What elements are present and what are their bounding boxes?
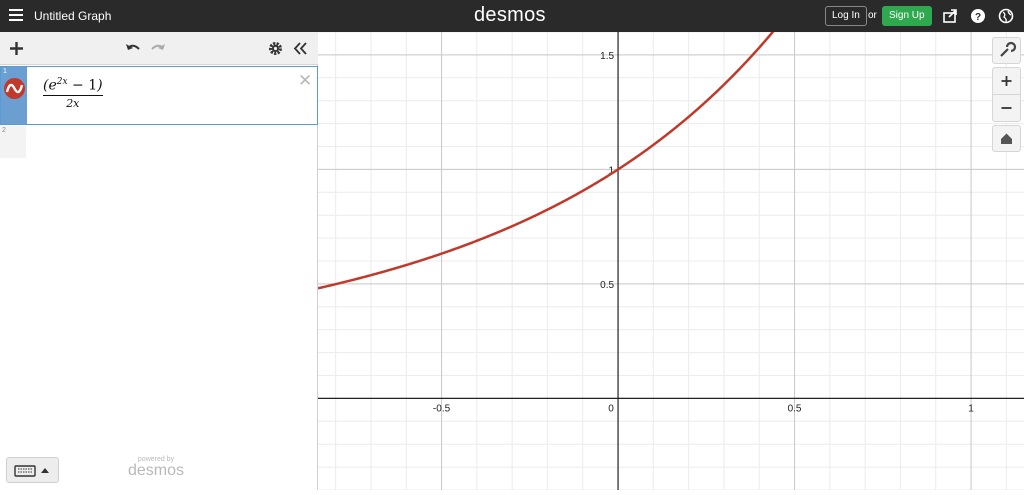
formula-numerator: (e2x − 1) [43,77,103,94]
zoom-out-button[interactable] [992,94,1021,122]
share-icon[interactable] [942,8,958,24]
zoom-in-icon [1001,76,1012,86]
delete-expression-icon[interactable]: ✕ [298,71,312,91]
expression-index: 2 [2,127,6,134]
home-icon [1001,133,1012,144]
language-globe-icon[interactable] [998,8,1014,24]
zoom-out-icon [1001,107,1012,109]
redo-icon[interactable] [150,40,167,57]
powered-by-brand: desmos [128,462,185,479]
y-tick-label: 1.5 [600,51,614,62]
or-label: or [868,10,877,21]
graph-settings-button[interactable] [992,37,1021,64]
x-tick-label: 0 [608,403,614,414]
signup-button[interactable]: Sign Up [882,6,932,26]
formula-denominator: 2x [66,96,80,110]
expression-row-1[interactable]: 1 (e2x − 1) 2x ✕ [0,66,318,125]
numerator-exponent: 2x [56,77,68,87]
numerator-rest: − 1 [67,77,98,94]
numerator-base: e [48,77,57,94]
fraction-bar [43,94,103,96]
curve-color-toggle-icon[interactable] [4,78,25,99]
expression-tab[interactable]: 1 [1,67,27,124]
expression-toolbar [0,32,318,65]
graph-title[interactable]: Untitled Graph [34,9,111,23]
x-tick-label: 0.5 [788,403,802,414]
top-bar: Untitled Graph desmos Log In or Sign Up … [0,0,1024,32]
x-tick-label: -0.5 [433,403,451,414]
expression-index: 1 [3,68,7,75]
graph-canvas[interactable]: -0.5 0 0.5 1 0.5 1 1.5 [317,20,1024,491]
add-item-plus-icon[interactable] [8,40,25,57]
default-viewport-button[interactable] [992,125,1021,152]
undo-icon[interactable] [124,40,141,57]
zoom-in-button[interactable] [992,67,1021,95]
help-icon[interactable]: ? [970,8,986,24]
settings-gear-icon[interactable] [267,40,284,57]
function-curve [317,20,783,290]
wrench-icon [1000,41,1017,57]
graph-plot[interactable]: -0.5 0 0.5 10.511.5 [317,20,1024,491]
powered-by-logo: powered by desmos [128,456,184,480]
y-tick-label: 0.5 [600,280,614,291]
login-button[interactable]: Log In [825,6,867,26]
svg-text:?: ? [975,12,981,23]
collapse-panel-icon[interactable] [292,40,309,57]
expression-list-panel: 1 (e2x − 1) 2x ✕ 2 powered by desmos [0,32,318,490]
keyboard-toggle-button[interactable] [6,457,59,483]
menu-icon[interactable] [9,9,23,21]
keyboard-icon [14,465,49,477]
expression-row-2[interactable]: 2 [0,126,26,158]
wave-icon [5,83,24,94]
desmos-logo: desmos [474,4,546,26]
x-tick-label: 1 [968,403,974,414]
expression-formula[interactable]: (e2x − 1) 2x [43,77,103,110]
